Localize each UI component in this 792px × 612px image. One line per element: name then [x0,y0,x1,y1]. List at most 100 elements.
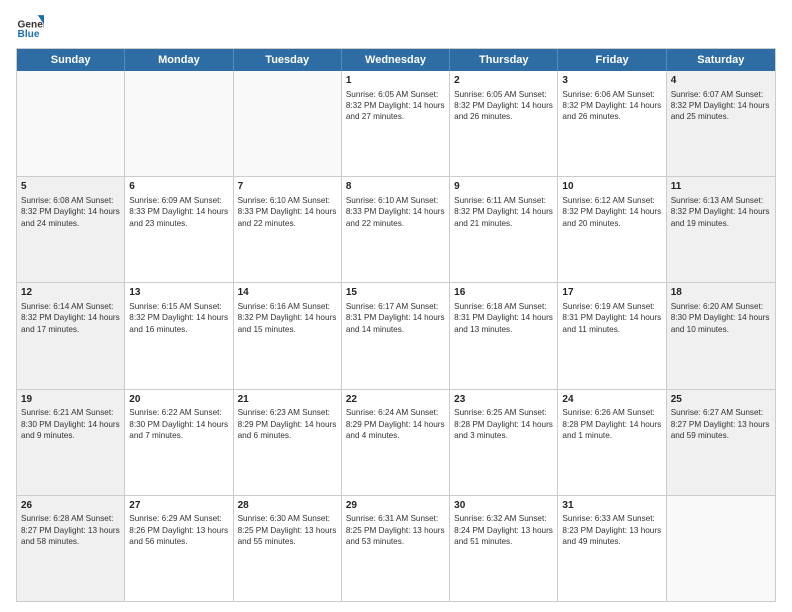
day-info: Sunrise: 6:28 AM Sunset: 8:27 PM Dayligh… [21,513,120,547]
day-number: 17 [562,286,661,300]
day-info: Sunrise: 6:05 AM Sunset: 8:32 PM Dayligh… [346,89,445,123]
day-number: 5 [21,180,120,194]
day-number: 1 [346,74,445,88]
calendar-day-27: 27Sunrise: 6:29 AM Sunset: 8:26 PM Dayli… [125,496,233,601]
day-info: Sunrise: 6:14 AM Sunset: 8:32 PM Dayligh… [21,301,120,335]
day-info: Sunrise: 6:09 AM Sunset: 8:33 PM Dayligh… [129,195,228,229]
calendar-day-16: 16Sunrise: 6:18 AM Sunset: 8:31 PM Dayli… [450,283,558,388]
day-number: 11 [671,180,771,194]
calendar-day-1: 1Sunrise: 6:05 AM Sunset: 8:32 PM Daylig… [342,71,450,176]
day-info: Sunrise: 6:18 AM Sunset: 8:31 PM Dayligh… [454,301,553,335]
page: General Blue SundayMondayTuesdayWednesda… [0,0,792,612]
day-number: 18 [671,286,771,300]
calendar-empty-cell [125,71,233,176]
day-info: Sunrise: 6:06 AM Sunset: 8:32 PM Dayligh… [562,89,661,123]
day-info: Sunrise: 6:15 AM Sunset: 8:32 PM Dayligh… [129,301,228,335]
weekday-header-tuesday: Tuesday [234,49,342,71]
day-number: 30 [454,499,553,513]
calendar-empty-cell [667,496,775,601]
day-info: Sunrise: 6:25 AM Sunset: 8:28 PM Dayligh… [454,407,553,441]
calendar-day-24: 24Sunrise: 6:26 AM Sunset: 8:28 PM Dayli… [558,390,666,495]
calendar-day-14: 14Sunrise: 6:16 AM Sunset: 8:32 PM Dayli… [234,283,342,388]
day-info: Sunrise: 6:08 AM Sunset: 8:32 PM Dayligh… [21,195,120,229]
calendar-day-21: 21Sunrise: 6:23 AM Sunset: 8:29 PM Dayli… [234,390,342,495]
calendar-day-17: 17Sunrise: 6:19 AM Sunset: 8:31 PM Dayli… [558,283,666,388]
day-info: Sunrise: 6:32 AM Sunset: 8:24 PM Dayligh… [454,513,553,547]
calendar-day-22: 22Sunrise: 6:24 AM Sunset: 8:29 PM Dayli… [342,390,450,495]
day-info: Sunrise: 6:30 AM Sunset: 8:25 PM Dayligh… [238,513,337,547]
calendar-day-25: 25Sunrise: 6:27 AM Sunset: 8:27 PM Dayli… [667,390,775,495]
weekday-header-sunday: Sunday [17,49,125,71]
day-info: Sunrise: 6:24 AM Sunset: 8:29 PM Dayligh… [346,407,445,441]
weekday-header-wednesday: Wednesday [342,49,450,71]
calendar-day-7: 7Sunrise: 6:10 AM Sunset: 8:33 PM Daylig… [234,177,342,282]
day-info: Sunrise: 6:23 AM Sunset: 8:29 PM Dayligh… [238,407,337,441]
logo-icon: General Blue [16,12,44,40]
calendar-row-1: 1Sunrise: 6:05 AM Sunset: 8:32 PM Daylig… [17,71,775,176]
calendar-day-20: 20Sunrise: 6:22 AM Sunset: 8:30 PM Dayli… [125,390,233,495]
day-info: Sunrise: 6:12 AM Sunset: 8:32 PM Dayligh… [562,195,661,229]
calendar-day-9: 9Sunrise: 6:11 AM Sunset: 8:32 PM Daylig… [450,177,558,282]
day-number: 28 [238,499,337,513]
day-number: 2 [454,74,553,88]
day-number: 9 [454,180,553,194]
day-number: 16 [454,286,553,300]
calendar-body: 1Sunrise: 6:05 AM Sunset: 8:32 PM Daylig… [17,71,775,601]
calendar-day-30: 30Sunrise: 6:32 AM Sunset: 8:24 PM Dayli… [450,496,558,601]
day-number: 24 [562,393,661,407]
calendar-day-28: 28Sunrise: 6:30 AM Sunset: 8:25 PM Dayli… [234,496,342,601]
calendar-day-15: 15Sunrise: 6:17 AM Sunset: 8:31 PM Dayli… [342,283,450,388]
day-info: Sunrise: 6:13 AM Sunset: 8:32 PM Dayligh… [671,195,771,229]
day-info: Sunrise: 6:10 AM Sunset: 8:33 PM Dayligh… [238,195,337,229]
day-number: 21 [238,393,337,407]
logo: General Blue [16,12,44,40]
calendar-row-4: 19Sunrise: 6:21 AM Sunset: 8:30 PM Dayli… [17,389,775,495]
calendar-day-13: 13Sunrise: 6:15 AM Sunset: 8:32 PM Dayli… [125,283,233,388]
day-number: 10 [562,180,661,194]
day-number: 4 [671,74,771,88]
day-number: 23 [454,393,553,407]
day-number: 19 [21,393,120,407]
day-info: Sunrise: 6:26 AM Sunset: 8:28 PM Dayligh… [562,407,661,441]
calendar-empty-cell [17,71,125,176]
day-number: 26 [21,499,120,513]
day-info: Sunrise: 6:22 AM Sunset: 8:30 PM Dayligh… [129,407,228,441]
day-number: 22 [346,393,445,407]
calendar-empty-cell [234,71,342,176]
calendar-day-26: 26Sunrise: 6:28 AM Sunset: 8:27 PM Dayli… [17,496,125,601]
day-number: 13 [129,286,228,300]
day-number: 7 [238,180,337,194]
day-number: 31 [562,499,661,513]
calendar-day-18: 18Sunrise: 6:20 AM Sunset: 8:30 PM Dayli… [667,283,775,388]
calendar-row-3: 12Sunrise: 6:14 AM Sunset: 8:32 PM Dayli… [17,282,775,388]
day-number: 27 [129,499,228,513]
day-number: 8 [346,180,445,194]
day-number: 20 [129,393,228,407]
day-number: 29 [346,499,445,513]
calendar-day-8: 8Sunrise: 6:10 AM Sunset: 8:33 PM Daylig… [342,177,450,282]
calendar-day-2: 2Sunrise: 6:05 AM Sunset: 8:32 PM Daylig… [450,71,558,176]
day-info: Sunrise: 6:31 AM Sunset: 8:25 PM Dayligh… [346,513,445,547]
day-number: 3 [562,74,661,88]
calendar-row-2: 5Sunrise: 6:08 AM Sunset: 8:32 PM Daylig… [17,176,775,282]
day-number: 6 [129,180,228,194]
day-number: 12 [21,286,120,300]
calendar-header: SundayMondayTuesdayWednesdayThursdayFrid… [17,49,775,71]
day-number: 25 [671,393,771,407]
day-info: Sunrise: 6:27 AM Sunset: 8:27 PM Dayligh… [671,407,771,441]
day-info: Sunrise: 6:07 AM Sunset: 8:32 PM Dayligh… [671,89,771,123]
svg-text:Blue: Blue [18,29,40,40]
calendar-day-12: 12Sunrise: 6:14 AM Sunset: 8:32 PM Dayli… [17,283,125,388]
calendar: SundayMondayTuesdayWednesdayThursdayFrid… [16,48,776,602]
calendar-day-4: 4Sunrise: 6:07 AM Sunset: 8:32 PM Daylig… [667,71,775,176]
weekday-header-saturday: Saturday [667,49,775,71]
calendar-day-5: 5Sunrise: 6:08 AM Sunset: 8:32 PM Daylig… [17,177,125,282]
calendar-day-23: 23Sunrise: 6:25 AM Sunset: 8:28 PM Dayli… [450,390,558,495]
day-info: Sunrise: 6:10 AM Sunset: 8:33 PM Dayligh… [346,195,445,229]
day-number: 14 [238,286,337,300]
day-info: Sunrise: 6:16 AM Sunset: 8:32 PM Dayligh… [238,301,337,335]
calendar-day-11: 11Sunrise: 6:13 AM Sunset: 8:32 PM Dayli… [667,177,775,282]
calendar-day-3: 3Sunrise: 6:06 AM Sunset: 8:32 PM Daylig… [558,71,666,176]
weekday-header-monday: Monday [125,49,233,71]
calendar-day-29: 29Sunrise: 6:31 AM Sunset: 8:25 PM Dayli… [342,496,450,601]
